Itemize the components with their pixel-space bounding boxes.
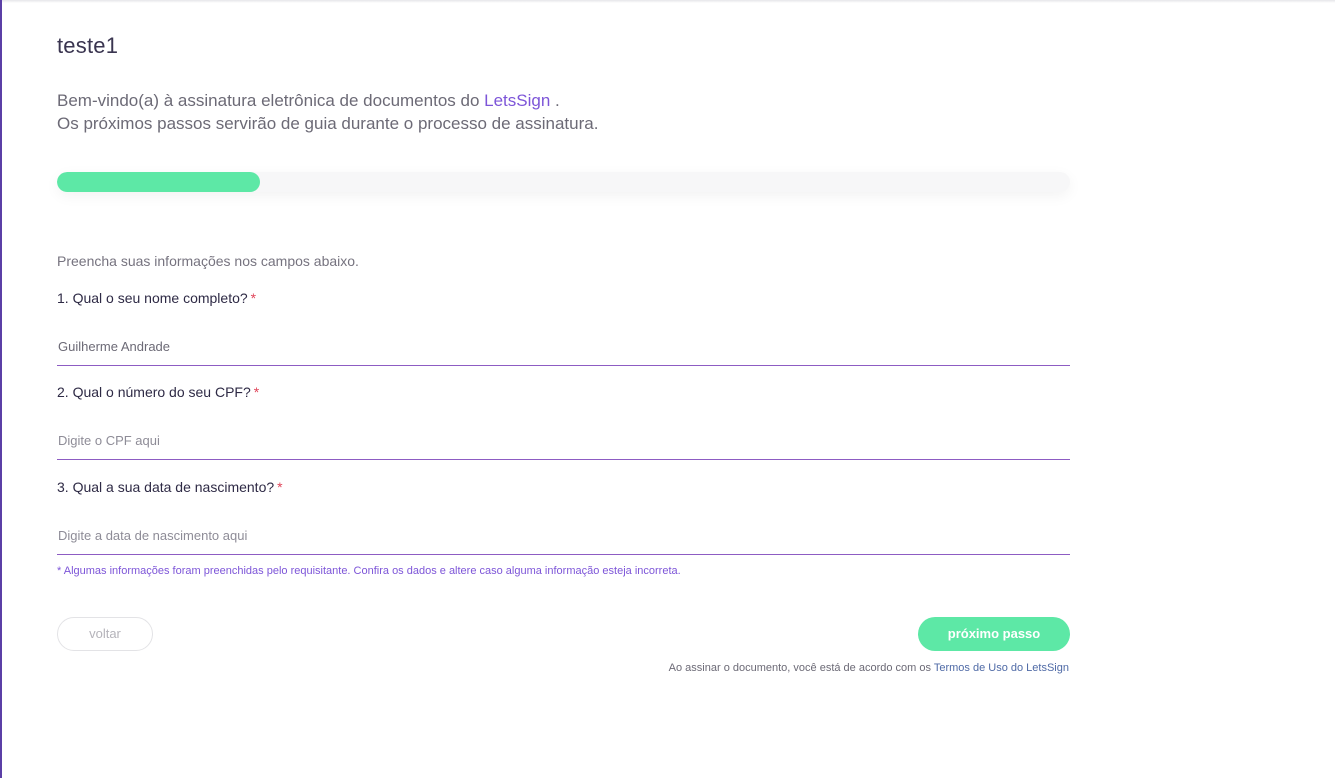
field-label: 3. Qual a sua data de nascimento? *	[57, 478, 1070, 496]
signing-page: teste1 Bem-vindo(a) à assinatura eletrôn…	[0, 0, 1335, 778]
field-label-text: 2. Qual o número do seu CPF?	[57, 384, 251, 400]
required-mark: *	[250, 290, 257, 306]
welcome-message: Bem-vindo(a) à assinatura eletrônica de …	[57, 89, 598, 135]
terms-prefix: Ao assinar o documento, você está de aco…	[668, 662, 931, 674]
field-cpf: 2. Qual o número do seu CPF? *	[57, 383, 1070, 460]
welcome-prefix: Bem-vindo(a) à assinatura eletrônica de …	[57, 91, 480, 110]
required-mark: *	[277, 479, 283, 495]
birth-date-input[interactable]	[57, 516, 1070, 555]
required-mark: *	[253, 384, 260, 400]
field-birth-date: 3. Qual a sua data de nascimento? *	[57, 478, 1070, 555]
next-step-button[interactable]: próximo passo	[918, 617, 1070, 651]
field-full-name: 1. Qual o seu nome completo? *	[57, 289, 1070, 366]
back-button[interactable]: voltar	[57, 617, 153, 651]
field-label: 1. Qual o seu nome completo? *	[57, 289, 1070, 307]
field-label-text: 3. Qual a sua data de nascimento?	[57, 479, 275, 495]
progress-bar-fill	[57, 172, 260, 192]
field-label-text: 1. Qual o seu nome completo?	[57, 290, 248, 306]
prefilled-notice: * Algumas informações foram preenchidas …	[57, 565, 681, 577]
form-instructions: Preencha suas informações nos campos aba…	[57, 253, 359, 269]
terms-of-use-link[interactable]: Termos de Uso do LetsSign	[934, 662, 1069, 674]
terms-notice: Ao assinar o documento, você está de aco…	[669, 662, 1069, 674]
top-shadow	[2, 0, 1335, 3]
welcome-line-2: Os próximos passos servirão de guia dura…	[57, 114, 599, 133]
full-name-input[interactable]	[57, 327, 1070, 366]
brand-name: LetsSign	[484, 91, 551, 110]
document-title: teste1	[57, 33, 119, 58]
field-label: 2. Qual o número do seu CPF? *	[57, 383, 1070, 401]
progress-bar	[57, 172, 1070, 192]
welcome-line-1: Bem-vindo(a) à assinatura eletrônica de …	[57, 89, 598, 112]
cpf-input[interactable]	[57, 421, 1070, 460]
welcome-suffix: .	[550, 91, 560, 110]
